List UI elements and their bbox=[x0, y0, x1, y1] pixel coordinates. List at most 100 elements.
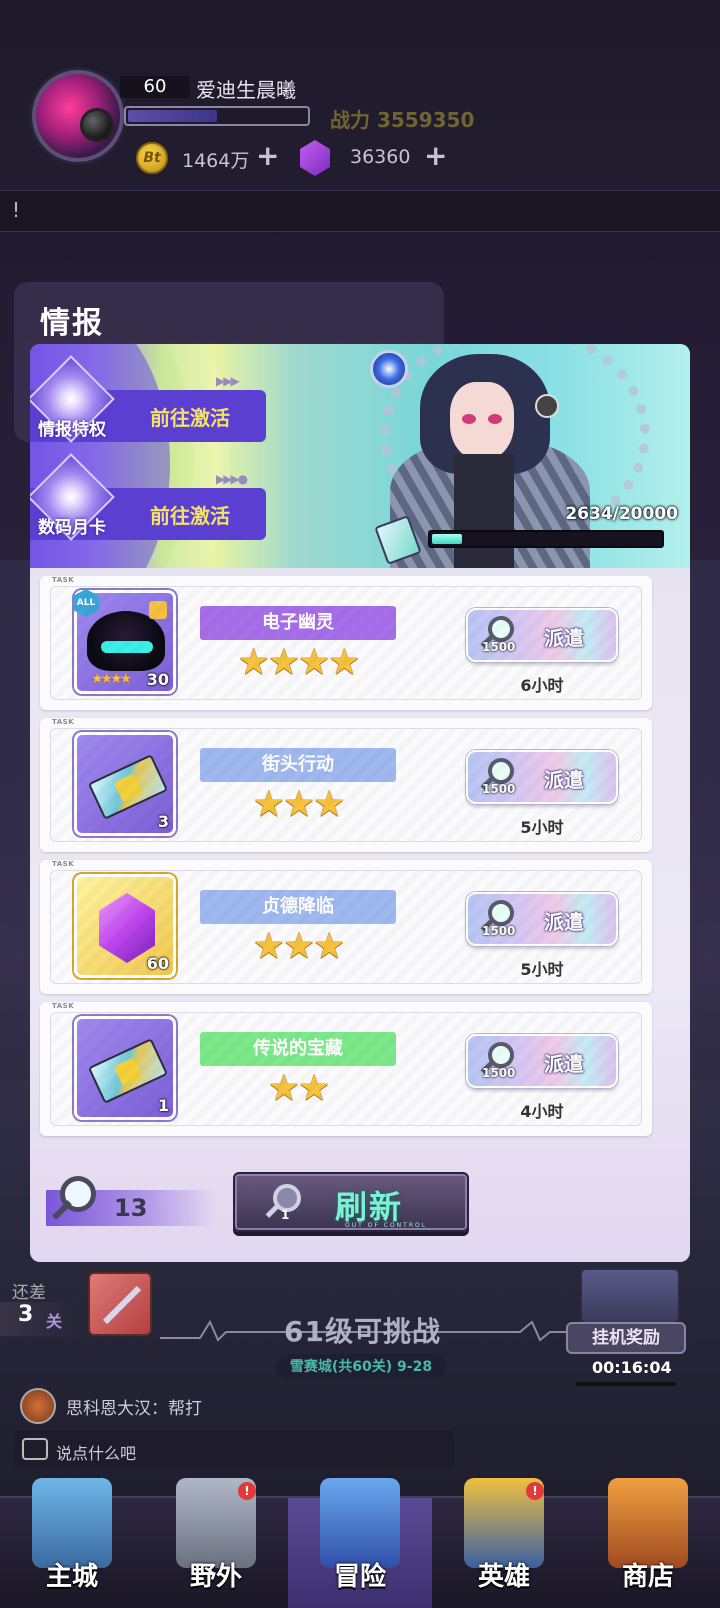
progress-text: 2634/20000 bbox=[565, 504, 678, 524]
chat-bubble-icon bbox=[22, 1438, 48, 1460]
task-duration: 6小时 bbox=[520, 676, 564, 695]
dispatch-cost: 1500 bbox=[482, 924, 516, 938]
task-name: 电子幽灵 bbox=[200, 606, 396, 640]
reward-count: 1 bbox=[157, 1096, 169, 1115]
treasure-chest-icon[interactable] bbox=[580, 1268, 680, 1324]
hero-silhouette-icon bbox=[87, 611, 165, 671]
task-duration: 5小时 bbox=[520, 818, 564, 837]
shop-icon bbox=[608, 1478, 688, 1568]
xp-fill bbox=[128, 110, 217, 122]
task-tag: TASK bbox=[52, 718, 75, 726]
gold-coin-icon: Bt bbox=[136, 142, 168, 174]
nav-item-wild[interactable]: 野外 ! bbox=[144, 1478, 288, 1608]
nav-label: 英雄 bbox=[477, 1562, 530, 1592]
dispatch-cost: 1500 bbox=[482, 640, 516, 654]
intel-modal: ▶▶▶ 情报特权 前往激活 ▶▶▶● 数码月卡 前往激活 2634/20000 … bbox=[30, 344, 690, 1262]
nav-item-shop[interactable]: 商店 bbox=[576, 1478, 720, 1608]
gem-amount: 36360 bbox=[350, 146, 411, 168]
refresh-button[interactable]: 1 刷新 OUT OF CONTROL bbox=[233, 1172, 469, 1232]
reward-slot[interactable]: ALL ★★★★ 30 bbox=[73, 589, 176, 694]
ticket-icon bbox=[87, 754, 169, 820]
notification-badge: ! bbox=[238, 1482, 256, 1500]
afk-timer-underline bbox=[576, 1382, 676, 1386]
notice-strip bbox=[0, 190, 720, 232]
task-card: TASK 3 街头行动 ★★★ 1500 派遣 5小时 bbox=[40, 718, 652, 852]
magnifier-icon bbox=[488, 1042, 514, 1068]
nav-label: 野外 bbox=[189, 1562, 242, 1592]
bottom-nav: 主城 野外 ! 冒险 英雄 ! 商店 bbox=[0, 1478, 720, 1608]
nav-item-city[interactable]: 主城 bbox=[0, 1478, 144, 1608]
task-tag: TASK bbox=[52, 1002, 75, 1010]
player-avatar[interactable] bbox=[32, 70, 124, 162]
privilege-row-monthly-card[interactable]: 数码月卡 前往激活 bbox=[30, 453, 266, 541]
magnifier-icon bbox=[488, 616, 514, 642]
nav-item-adventure[interactable]: 冒险 bbox=[288, 1478, 432, 1608]
city-icon bbox=[32, 1478, 112, 1568]
afk-reward-button[interactable]: 挂机奖励 bbox=[566, 1322, 686, 1354]
activate-button[interactable]: 前往激活 bbox=[150, 402, 230, 431]
afk-timer: 00:16:04 bbox=[592, 1358, 672, 1377]
intel-banner: ▶▶▶ 情报特权 前往激活 ▶▶▶● 数码月卡 前往激活 2634/20000 bbox=[30, 344, 690, 568]
sword-icon[interactable] bbox=[88, 1272, 152, 1336]
combat-power: 战力 3559350 bbox=[330, 108, 475, 132]
microphone-icon bbox=[535, 394, 559, 418]
reward-slot[interactable]: 3 bbox=[74, 732, 176, 836]
dispatch-button[interactable]: 1500 派遣 bbox=[466, 750, 618, 804]
reward-count: 60 bbox=[146, 954, 169, 973]
gem-icon bbox=[99, 893, 155, 963]
nav-label: 商店 bbox=[621, 1562, 674, 1592]
helmet-icon bbox=[80, 108, 114, 142]
magnifier-icon bbox=[60, 1176, 96, 1212]
dispatch-cost: 1500 bbox=[482, 1066, 516, 1080]
add-gem-button[interactable]: + bbox=[424, 142, 447, 170]
reward-slot[interactable]: 60 bbox=[74, 874, 176, 978]
scope-count: 13 bbox=[114, 1194, 148, 1222]
chat-message[interactable]: 思科恩大汉：帮打 bbox=[66, 1394, 202, 1419]
task-card: TASK 1 传说的宝藏 ★★ 1500 派遣 4小时 bbox=[40, 1002, 652, 1136]
progress-bar bbox=[428, 530, 664, 548]
dispatch-label: 派遣 bbox=[544, 626, 584, 650]
activate-button[interactable]: 前往激活 bbox=[150, 500, 230, 529]
task-duration: 5小时 bbox=[520, 960, 564, 979]
ticket-icon bbox=[87, 1038, 169, 1104]
hero-stars: ★★★★ bbox=[91, 671, 132, 687]
dispatch-button[interactable]: 1500 派遣 bbox=[466, 1034, 618, 1088]
difficulty-stars: ★★★ bbox=[252, 926, 346, 967]
magnifier-icon bbox=[488, 900, 514, 926]
dispatch-button[interactable]: 1500 派遣 bbox=[466, 608, 618, 662]
arrow-decoration: ▶▶▶● bbox=[216, 472, 248, 486]
task-name: 贞德降临 bbox=[200, 890, 396, 924]
nav-item-hero[interactable]: 英雄 ! bbox=[432, 1478, 576, 1608]
privilege-row-intel[interactable]: 情报特权 前往激活 bbox=[30, 355, 266, 443]
difficulty-stars: ★★★★ bbox=[237, 642, 360, 683]
nav-label: 主城 bbox=[45, 1562, 98, 1592]
reward-count: 3 bbox=[157, 812, 169, 831]
magnifier-icon bbox=[488, 758, 514, 784]
refresh-subtext-decoration: OUT OF CONTROL bbox=[345, 1222, 428, 1229]
dispatch-cost: 1500 bbox=[482, 782, 516, 796]
add-gold-button[interactable]: + bbox=[256, 142, 279, 170]
all-badge: ALL bbox=[73, 589, 99, 617]
xp-bar bbox=[124, 106, 310, 126]
privilege-label: 情报特权 bbox=[38, 420, 106, 440]
privilege-label: 数码月卡 bbox=[38, 518, 106, 538]
reward-slot[interactable]: 1 bbox=[74, 1016, 176, 1120]
remaining-label: 还差 bbox=[12, 1283, 46, 1303]
remaining-count: 3 bbox=[18, 1302, 34, 1327]
remaining-box bbox=[0, 1302, 80, 1336]
dispatch-label: 派遣 bbox=[544, 910, 584, 934]
notice-text: ! bbox=[12, 198, 21, 222]
arrow-decoration: ▶▶▶ bbox=[216, 374, 240, 388]
chat-placeholder[interactable]: 说点什么吧 bbox=[56, 1440, 136, 1464]
gold-amount: 1464万 bbox=[182, 150, 250, 172]
puzzle-piece-icon bbox=[149, 601, 167, 619]
challenge-text: 61级可挑战 bbox=[284, 1315, 441, 1348]
task-name: 传说的宝藏 bbox=[200, 1032, 396, 1066]
chat-avatar[interactable] bbox=[20, 1388, 56, 1424]
task-tag: TASK bbox=[52, 860, 75, 868]
dispatch-button[interactable]: 1500 派遣 bbox=[466, 892, 618, 946]
stage-name[interactable]: 雪赛城(共60关) 9-28 bbox=[276, 1354, 446, 1380]
adventure-icon bbox=[320, 1478, 400, 1568]
nav-label: 冒险 bbox=[333, 1562, 386, 1592]
reward-count: 30 bbox=[146, 670, 169, 689]
